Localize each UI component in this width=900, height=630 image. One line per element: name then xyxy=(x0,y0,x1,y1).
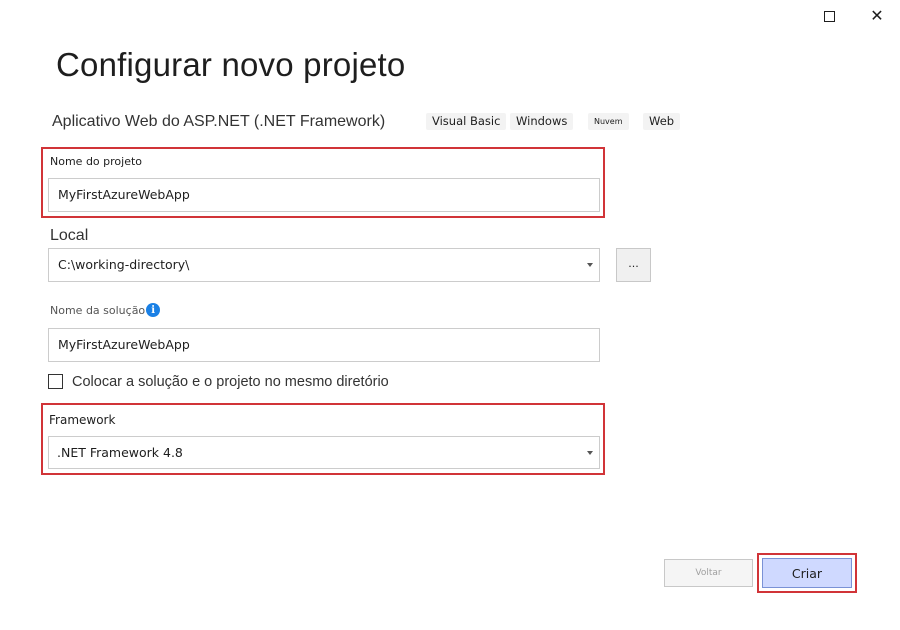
same-directory-label[interactable]: Colocar a solução e o projeto no mesmo d… xyxy=(72,374,389,390)
tag-visual-basic: Visual Basic xyxy=(426,113,507,130)
back-button[interactable]: Voltar xyxy=(664,559,753,587)
same-directory-checkbox[interactable] xyxy=(48,374,63,389)
close-button[interactable]: ✕ xyxy=(867,6,887,26)
solution-name-label: Nome da solução xyxy=(50,303,146,317)
solution-name-label-row: Nome da solução i xyxy=(50,303,161,317)
location-combobox[interactable]: C:\working-directory\ xyxy=(48,248,600,282)
chevron-down-icon[interactable] xyxy=(587,451,593,455)
framework-value: .NET Framework 4.8 xyxy=(57,445,183,460)
configure-project-dialog: ✕ Configurar novo projeto Aplicativo Web… xyxy=(0,0,900,630)
solution-name-input[interactable]: MyFirstAzureWebApp xyxy=(48,328,600,362)
tag-web: Web xyxy=(643,113,681,130)
project-name-label: Nome do projeto xyxy=(50,155,143,168)
maximize-button[interactable] xyxy=(819,6,839,26)
info-icon[interactable]: i xyxy=(146,303,161,317)
location-value: C:\working-directory\ xyxy=(58,257,190,272)
browse-button[interactable]: ... xyxy=(616,248,651,282)
template-name: Aplicativo Web do ASP.NET (.NET Framewor… xyxy=(52,113,386,130)
framework-label: Framework xyxy=(49,413,116,427)
maximize-icon xyxy=(823,10,835,22)
chevron-down-icon[interactable] xyxy=(587,263,593,267)
create-button[interactable]: Criar xyxy=(762,558,852,588)
tag-windows: Windows xyxy=(510,113,574,130)
framework-select[interactable]: .NET Framework 4.8 xyxy=(48,436,600,469)
close-icon: ✕ xyxy=(870,6,884,25)
tag-nuvem: Nuvem xyxy=(588,113,629,130)
location-label: Local xyxy=(50,227,89,244)
page-title: Configurar novo projeto xyxy=(56,46,406,83)
project-name-input[interactable]: MyFirstAzureWebApp xyxy=(48,178,600,212)
